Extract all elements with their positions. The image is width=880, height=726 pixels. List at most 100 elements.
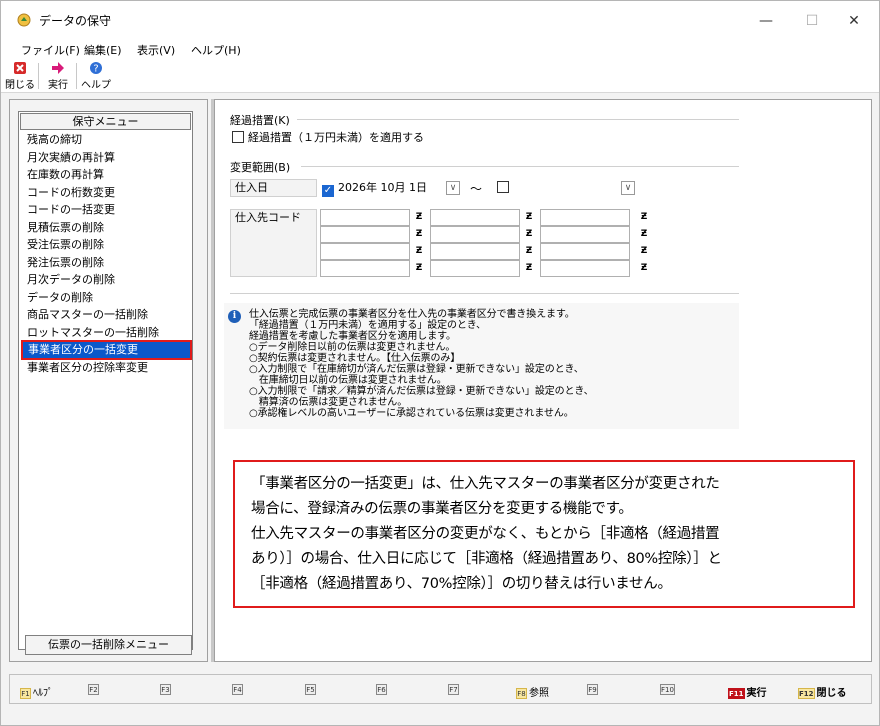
supplier-search-button[interactable]: Ƶ xyxy=(412,244,426,258)
info-line: 在庫締切日以前の伝票は変更されません。 xyxy=(249,375,447,386)
maintenance-menu-item[interactable]: 事業者区分の控除率変更 xyxy=(19,359,192,377)
fkey-badge: F3 xyxy=(160,684,171,695)
supplier-search-button[interactable]: Ƶ xyxy=(637,261,651,275)
toolbar: 閉じる 実行 ? ヘルプ xyxy=(1,59,879,93)
supplier-search-button[interactable]: Ƶ xyxy=(412,210,426,224)
menu-help[interactable]: ヘルプ(H) xyxy=(191,42,241,58)
close-window-button[interactable]: ✕ xyxy=(831,7,877,35)
maintenance-menu-item[interactable]: 見積伝票の削除 xyxy=(19,219,192,237)
date-from-checkbox[interactable]: ✓ xyxy=(322,185,334,197)
section-divider xyxy=(230,293,739,294)
supplier-search-button[interactable]: Ƶ xyxy=(637,210,651,224)
supplier-code-input[interactable] xyxy=(540,260,630,277)
help-tool-label: ヘルプ xyxy=(81,80,111,91)
callout-line: あり）］の場合、仕入日に応じて［非適格（経過措置あり、80%控除）］と xyxy=(251,551,722,567)
maintenance-menu-item[interactable]: 月次実績の再計算 xyxy=(19,149,192,167)
supplier-code-input[interactable] xyxy=(320,260,410,277)
fkey-f1-button[interactable]: F1 ﾍﾙﾌﾟ xyxy=(20,684,53,699)
supplier-code-input[interactable] xyxy=(540,209,630,226)
supplier-code-input[interactable] xyxy=(430,226,520,243)
toolbar-separator xyxy=(38,63,39,89)
supplier-code-input[interactable] xyxy=(430,209,520,226)
maintenance-menu-item[interactable]: 月次データの削除 xyxy=(19,271,192,289)
section-divider xyxy=(297,119,739,120)
fkey-badge: F5 xyxy=(305,684,316,695)
maintenance-menu-list: 保守メニュー 残高の締切 月次実績の再計算 在庫数の再計算 コードの桁数変更 コードの一… xyxy=(18,111,193,650)
fkey-badge: F1 xyxy=(20,688,31,699)
date-to-dropdown[interactable]: ∨ xyxy=(621,181,635,195)
maintenance-menu-item[interactable]: 発注伝票の削除 xyxy=(19,254,192,272)
slip-bulk-delete-menu-tab[interactable]: 伝票の一括削除メニュー xyxy=(25,635,192,655)
info-line: ○データ削除日以前の伝票は変更されません。 xyxy=(249,342,456,353)
maintenance-menu-item[interactable]: 商品マスターの一括削除 xyxy=(19,306,192,324)
date-to-checkbox[interactable] xyxy=(497,181,509,193)
transition-checkbox-box[interactable] xyxy=(232,131,244,143)
fkey-f3-button[interactable]: F3 xyxy=(160,684,173,695)
maintenance-menu-item[interactable]: 事業者区分の一括変更 xyxy=(21,340,192,360)
fkey-f6-button[interactable]: F6 xyxy=(376,684,389,695)
purchase-date-label: 仕入日 xyxy=(230,179,317,197)
section-divider xyxy=(301,166,739,167)
menu-edit[interactable]: 編集(E) xyxy=(84,42,122,58)
fkey-f5-button[interactable]: F5 xyxy=(305,684,318,695)
fkey-label: ﾍﾙﾌﾟ xyxy=(33,688,53,699)
fkey-badge: F2 xyxy=(88,684,99,695)
date-from-dropdown[interactable]: ∨ xyxy=(446,181,460,195)
maintenance-menu-header: 保守メニュー xyxy=(20,113,191,130)
close-tool-button[interactable]: 閉じる xyxy=(5,61,35,91)
maintenance-menu-item[interactable]: ロットマスターの一括削除 xyxy=(19,324,192,342)
fkey-f4-button[interactable]: F4 xyxy=(232,684,245,695)
supplier-search-button[interactable]: Ƶ xyxy=(522,210,536,224)
run-tool-button[interactable]: 実行 xyxy=(43,61,73,91)
fkey-badge: F4 xyxy=(232,684,243,695)
fkey-f7-button[interactable]: F7 xyxy=(448,684,461,695)
callout-line: 仕入先マスターの事業者区分の変更がなく、もとから［非適格（経過措置 xyxy=(251,526,720,542)
supplier-search-button[interactable]: Ƶ xyxy=(522,244,536,258)
info-line: ○契約伝票は変更されません。【仕入伝票のみ】 xyxy=(249,353,461,364)
supplier-code-input[interactable] xyxy=(320,209,410,226)
minimize-button[interactable]: — xyxy=(743,7,789,35)
help-tool-button[interactable]: ? ヘルプ xyxy=(81,61,111,91)
supplier-code-input[interactable] xyxy=(320,226,410,243)
run-tool-label: 実行 xyxy=(48,80,68,91)
fkey-f8-button[interactable]: F8 参照 xyxy=(516,684,549,699)
supplier-code-input[interactable] xyxy=(430,260,520,277)
supplier-search-button[interactable]: Ƶ xyxy=(637,227,651,241)
explanation-callout: 「事業者区分の一括変更」は、仕入先マスターの事業者区分が変更された 場合に、登録済… xyxy=(233,460,855,608)
supplier-search-button[interactable]: Ƶ xyxy=(522,227,536,241)
maintenance-menu-item[interactable]: 残高の締切 xyxy=(19,131,192,149)
transition-checkbox[interactable]: 経過措置（１万円未満）を適用する xyxy=(232,129,424,145)
supplier-search-button[interactable]: Ƶ xyxy=(522,261,536,275)
fkey-f9-button[interactable]: F9 xyxy=(587,684,600,695)
info-icon: i xyxy=(228,310,241,323)
info-line: 精算済の伝票は変更されません。 xyxy=(249,397,408,408)
fkey-f2-button[interactable]: F2 xyxy=(88,684,101,695)
maintenance-menu-item[interactable]: コードの桁数変更 xyxy=(19,184,192,202)
fkey-f10-button[interactable]: F10 xyxy=(660,684,677,695)
menu-view[interactable]: 表示(V) xyxy=(137,42,175,58)
date-to-field[interactable] xyxy=(495,179,638,197)
menu-file[interactable]: ファイル(F) xyxy=(21,42,80,58)
supplier-search-button[interactable]: Ƶ xyxy=(637,244,651,258)
maximize-button[interactable]: ☐ xyxy=(789,7,835,35)
date-from-field[interactable]: ✓ 2026年 10月 1日 xyxy=(320,179,444,197)
supplier-code-input[interactable] xyxy=(320,243,410,260)
supplier-search-button[interactable]: Ƶ xyxy=(412,261,426,275)
maintenance-menu-item[interactable]: 在庫数の再計算 xyxy=(19,166,192,184)
maintenance-menu-item[interactable]: 受注伝票の削除 xyxy=(19,236,192,254)
close-tool-label: 閉じる xyxy=(5,80,35,91)
callout-line: 「事業者区分の一括変更」は、仕入先マスターの事業者区分が変更された xyxy=(251,476,720,492)
supplier-code-input[interactable] xyxy=(540,226,630,243)
maintenance-menu-item[interactable]: コードの一括変更 xyxy=(19,201,192,219)
supplier-code-input[interactable] xyxy=(430,243,520,260)
maintenance-menu-item[interactable]: データの削除 xyxy=(19,289,192,307)
fkey-f11-button[interactable]: F11 実行 xyxy=(728,684,767,699)
supplier-code-input[interactable] xyxy=(540,243,630,260)
supplier-search-button[interactable]: Ƶ xyxy=(412,227,426,241)
range-section-title: 変更範囲(B) xyxy=(230,161,291,174)
supplier-code-label: 仕入先コード xyxy=(230,209,317,277)
close-red-icon xyxy=(14,62,26,74)
fkey-badge: F10 xyxy=(660,684,675,695)
toolbar-separator xyxy=(76,63,77,89)
fkey-f12-button[interactable]: F12 閉じる xyxy=(798,684,847,699)
